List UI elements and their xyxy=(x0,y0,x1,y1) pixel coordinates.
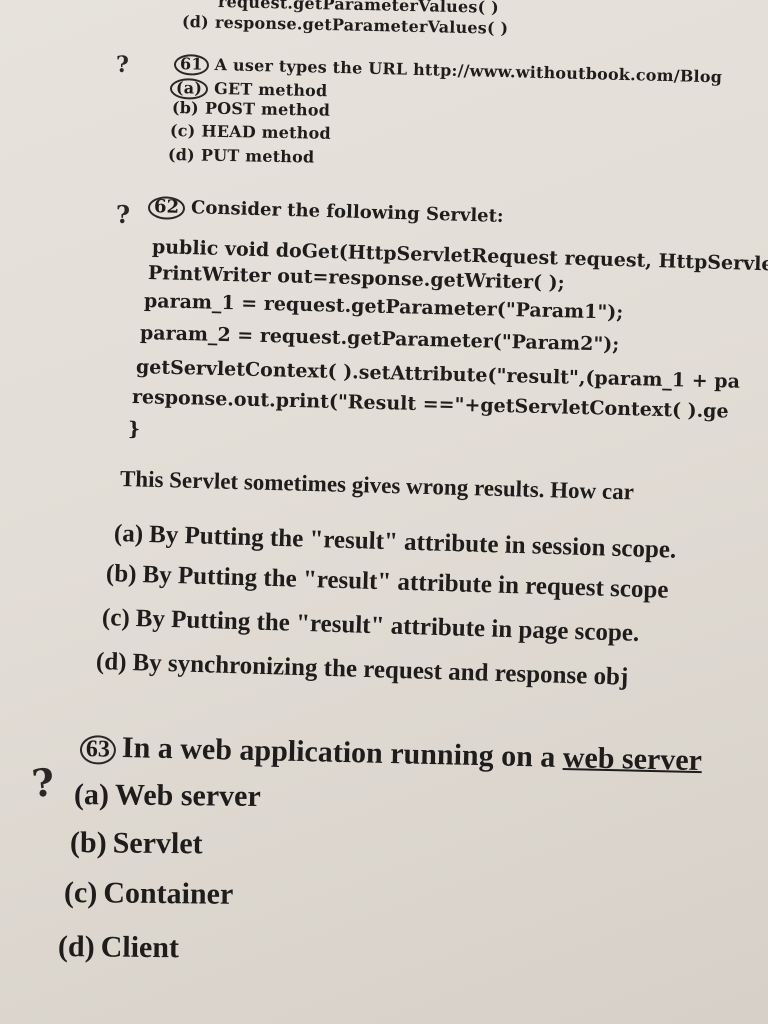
q62-code-line-7: } xyxy=(127,418,141,441)
q61-option-a-text: GET method xyxy=(213,78,328,101)
q62-stem-text: Consider the following Servlet: xyxy=(190,197,504,227)
q63-margin-mark: ? xyxy=(29,758,57,807)
q62-code-line-4: param_2 = request.getParameter("Param2")… xyxy=(139,322,620,356)
q63-option-a-text: Web server xyxy=(114,778,261,813)
q63-option-a-label: (a) xyxy=(73,778,110,812)
q62-option-c: (c) By Putting the "result" attribute in … xyxy=(102,604,640,648)
q62-option-b: (b) By Putting the "result" attribute in … xyxy=(106,560,669,605)
q62-option-a: (a) By Putting the "result" attribute in … xyxy=(114,520,677,565)
q63-option-b-label: (b) xyxy=(69,826,107,860)
q62-option-b-label: (b) xyxy=(105,560,137,588)
q61-option-c: (c) HEAD method xyxy=(170,121,331,143)
q63-option-c-text: Container xyxy=(103,876,234,911)
q61-option-c-label: (c) xyxy=(169,121,196,141)
q62-option-c-text: By Putting the "result" attribute in pag… xyxy=(135,605,640,647)
q61-option-b: (b) POST method xyxy=(172,98,330,120)
q62-option-d-text: By synchronizing the request and respons… xyxy=(132,649,629,691)
q63-option-a: (a) Web server xyxy=(74,778,261,814)
q62-code-line-6: response.out.print("Result =="+getServle… xyxy=(131,386,729,423)
q62-option-d-label: (d) xyxy=(95,648,127,676)
q63-option-c: (c) Container xyxy=(64,876,234,912)
q63-number: 63 xyxy=(79,735,117,765)
q63-option-c-label: (c) xyxy=(63,876,98,910)
q62-margin-mark: ? xyxy=(116,200,131,229)
q60-option-d-text: response.getParameterValues( ) xyxy=(214,12,509,38)
q62-question: This Servlet sometimes gives wrong resul… xyxy=(119,466,635,505)
q61-margin-mark: ? xyxy=(116,52,129,78)
q63-option-b: (b) Servlet xyxy=(70,826,203,861)
q62-number: 62 xyxy=(147,196,186,220)
q63-stem: 63 In a web application running on a web … xyxy=(79,730,703,778)
q62-option-b-text: By Putting the "result" attribute in req… xyxy=(142,561,669,604)
q62-code-line-3: param_1 = request.getParameter("Param1")… xyxy=(143,290,624,324)
q62-option-a-label: (a) xyxy=(113,520,144,548)
q61-option-b-text: POST method xyxy=(204,98,331,120)
q61-option-b-label: (b) xyxy=(171,98,200,118)
q61-number: 61 xyxy=(173,54,209,76)
q61-option-c-text: HEAD method xyxy=(201,121,332,143)
q63-stem-underlined: web server xyxy=(562,740,703,778)
q63-option-d-text: Client xyxy=(100,930,180,965)
q60-option-d-label: (d) xyxy=(181,12,210,32)
q63-stem-text: In a web application running on a xyxy=(121,730,564,774)
q61-option-a-label: (a) xyxy=(169,78,209,100)
q63-option-d-label: (d) xyxy=(57,930,95,964)
q62-code-line-5: getServletContext( ).setAttribute("resul… xyxy=(135,356,741,393)
q63-option-d: (d) Client xyxy=(58,930,179,965)
q62-option-d: (d) By synchronizing the request and resp… xyxy=(96,648,629,692)
q61-option-d: (d) PUT method xyxy=(168,145,315,167)
q63-option-b-text: Servlet xyxy=(112,826,203,861)
q62-option-a-text: By Putting the "result" attribute in ses… xyxy=(148,521,677,564)
q62-option-c-label: (c) xyxy=(101,604,131,632)
q62-stem: 62 Consider the following Servlet: xyxy=(147,196,504,229)
q61-option-d-label: (d) xyxy=(167,145,196,165)
q61-option-d-text: PUT method xyxy=(200,145,315,167)
